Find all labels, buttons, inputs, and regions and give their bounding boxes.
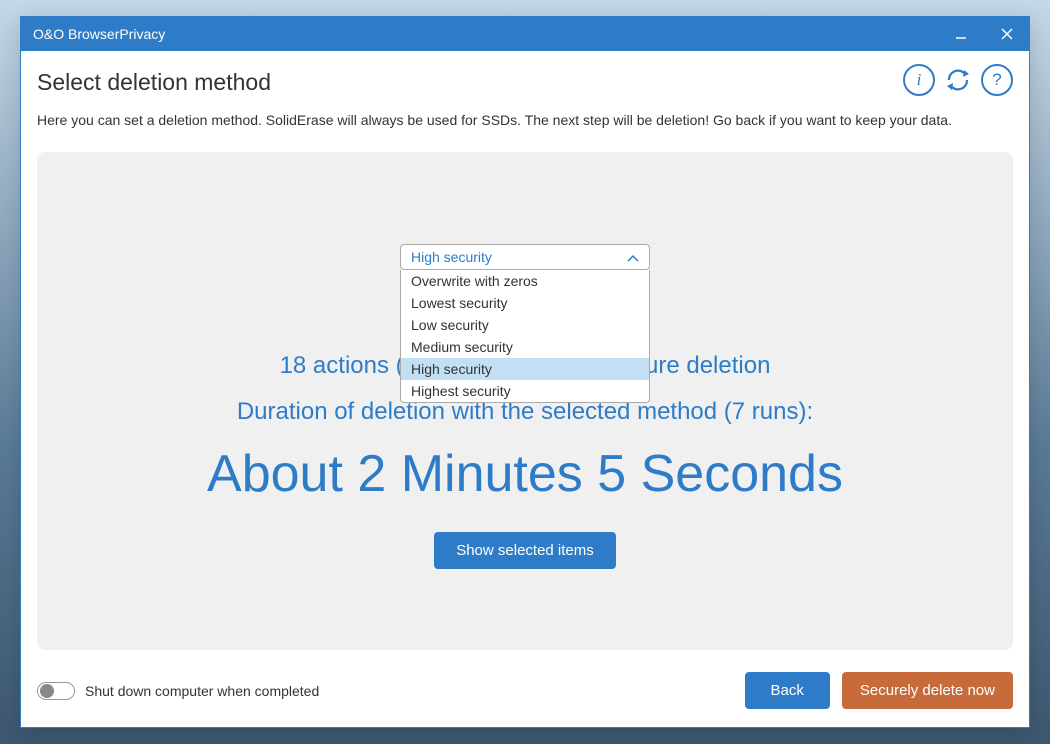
dropdown-option-high[interactable]: High security (401, 358, 649, 380)
duration-value: About 2 Minutes 5 Seconds (37, 444, 1013, 504)
page-title: Select deletion method (37, 69, 1013, 96)
footer-buttons: Back Securely delete now (745, 672, 1013, 709)
dropdown-option-low[interactable]: Low security (401, 314, 649, 336)
show-selected-items-button[interactable]: Show selected items (434, 532, 616, 569)
toggle-thumb (40, 684, 54, 698)
deletion-method-dropdown[interactable]: High security Overwrite with zeros Lowes… (400, 244, 650, 403)
back-button[interactable]: Back (745, 672, 830, 709)
shutdown-toggle-switch[interactable] (37, 682, 75, 700)
minimize-icon[interactable] (951, 24, 971, 44)
shutdown-toggle: Shut down computer when completed (37, 682, 319, 700)
dropdown-option-lowest[interactable]: Lowest security (401, 292, 649, 314)
footer: Shut down computer when completed Back S… (37, 672, 1013, 709)
content-area: i ? Select deletion method Here you can … (21, 51, 1029, 727)
page-subtitle: Here you can set a deletion method. Soli… (37, 112, 1013, 128)
dropdown-selected[interactable]: High security (400, 244, 650, 270)
dropdown-option-highest[interactable]: Highest security (401, 380, 649, 402)
titlebar-controls (951, 24, 1017, 44)
help-icon[interactable]: ? (981, 64, 1013, 96)
securely-delete-button[interactable]: Securely delete now (842, 672, 1013, 709)
dropdown-selected-label: High security (411, 249, 492, 265)
header-icons: i ? (903, 63, 1013, 97)
refresh-icon[interactable] (941, 63, 975, 97)
main-panel: High security Overwrite with zeros Lowes… (37, 152, 1013, 650)
close-icon[interactable] (997, 24, 1017, 44)
dropdown-option-medium[interactable]: Medium security (401, 336, 649, 358)
shutdown-toggle-label: Shut down computer when completed (85, 683, 319, 699)
app-window: O&O BrowserPrivacy i (20, 16, 1030, 728)
titlebar: O&O BrowserPrivacy (21, 17, 1029, 51)
dropdown-option-overwrite-zeros[interactable]: Overwrite with zeros (401, 270, 649, 292)
dropdown-list: Overwrite with zeros Lowest security Low… (400, 270, 650, 403)
chevron-up-icon (627, 249, 639, 265)
info-icon[interactable]: i (903, 64, 935, 96)
window-title: O&O BrowserPrivacy (33, 26, 165, 42)
